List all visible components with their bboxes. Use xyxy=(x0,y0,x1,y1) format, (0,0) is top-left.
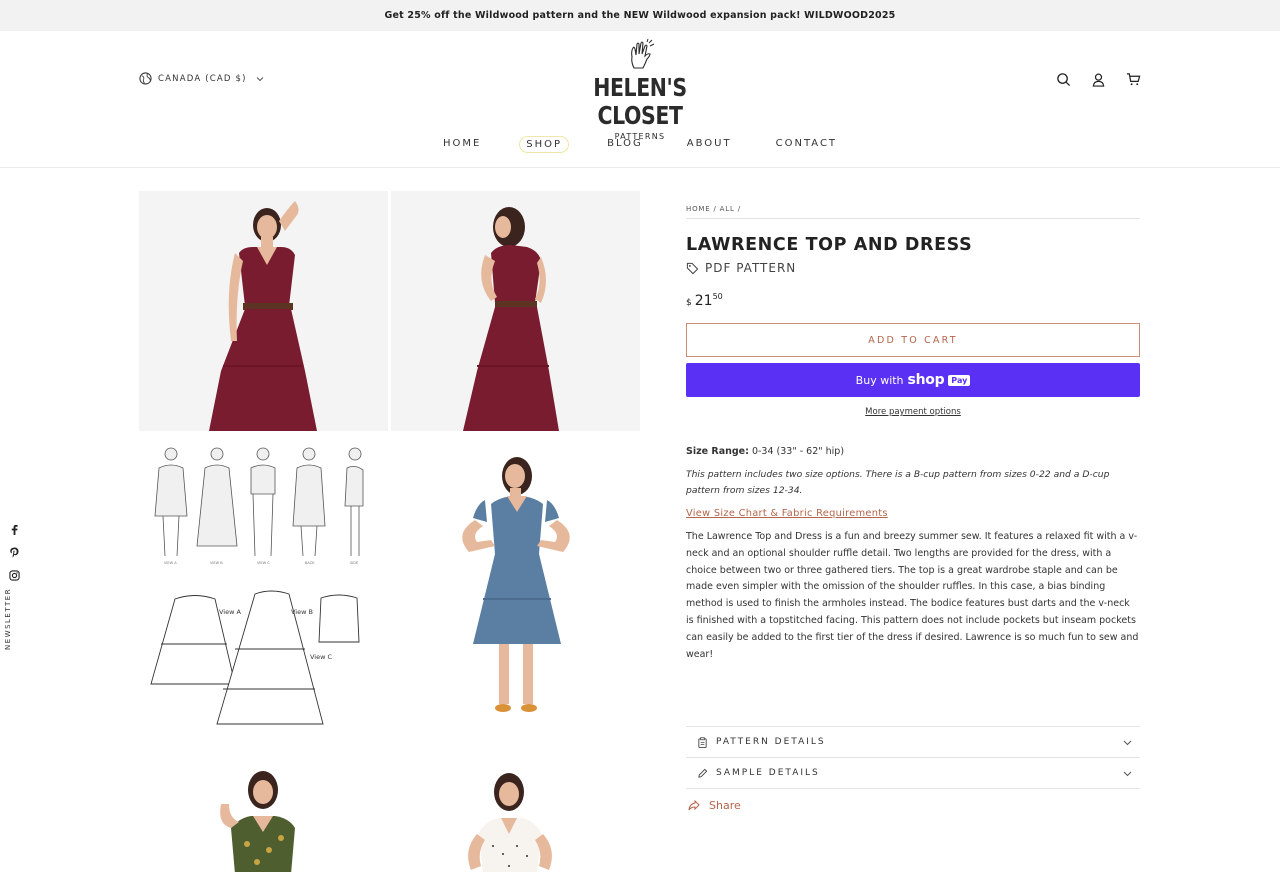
nav-about[interactable]: ABOUT xyxy=(681,136,738,153)
price-cents: 50 xyxy=(712,292,723,301)
accordion-sample-details-label: SAMPLE DETAILS xyxy=(716,768,820,778)
price-currency: $ xyxy=(686,298,692,308)
site-logo[interactable]: HELEN'S CLOSET PATTERNS xyxy=(566,38,714,141)
drawing-label-view-b: View B xyxy=(291,608,313,616)
more-payment-options-link[interactable]: More payment options xyxy=(686,407,1140,417)
hand-logo-icon xyxy=(631,38,655,69)
breadcrumb-separator: / xyxy=(737,205,741,213)
instagram-icon[interactable] xyxy=(8,570,20,581)
breadcrumb-home[interactable]: HOME xyxy=(686,205,710,213)
header-actions xyxy=(1056,72,1141,87)
share-label: Share xyxy=(709,799,741,812)
search-icon[interactable] xyxy=(1056,72,1071,87)
chevron-down-icon xyxy=(256,76,264,81)
currency-selector[interactable]: CANADA (CAD $) xyxy=(139,72,264,85)
pencil-icon xyxy=(698,768,708,778)
share-icon xyxy=(688,799,700,810)
size-note: This pattern includes two size options. … xyxy=(686,469,1110,496)
nav-shop[interactable]: SHOP xyxy=(519,136,570,153)
price-whole: 21 xyxy=(694,293,713,309)
accordion-divider xyxy=(686,788,1140,789)
size-chart-link[interactable]: View Size Chart & Fabric Requirements xyxy=(686,508,888,519)
account-icon[interactable] xyxy=(1091,72,1106,87)
newsletter-tab[interactable]: NEWSLETTER xyxy=(4,587,24,660)
drawing-label-view-c: View C xyxy=(310,653,332,661)
shop-pay-logo: shop xyxy=(907,372,945,388)
size-range: Size Range: 0-34 (33" - 62" hip) xyxy=(686,446,1140,457)
cart-icon[interactable] xyxy=(1126,72,1141,87)
product-type-label: PDF PATTERN xyxy=(705,261,797,275)
breadcrumb-separator: / xyxy=(713,205,717,213)
breadcrumb-all[interactable]: ALL xyxy=(720,205,735,213)
technical-drawings-image[interactable]: VIEW A VIEW B VIEW C BACK SIDE View A Vi… xyxy=(139,434,388,751)
product-description: The Lawrence Top and Dress is a fun and … xyxy=(686,531,1139,660)
product-image-white-top[interactable] xyxy=(391,754,640,872)
accordion-pattern-details[interactable]: PATTERN DETAILS xyxy=(686,726,1140,757)
tiny-label-back: BACK xyxy=(305,561,315,565)
facebook-icon[interactable] xyxy=(9,524,20,535)
product-image-back-burgundy[interactable] xyxy=(391,191,640,431)
pay-badge: Pay xyxy=(948,374,971,386)
product-type: PDF PATTERN xyxy=(686,261,1140,275)
product-title: LAWRENCE TOP AND DRESS xyxy=(686,235,973,255)
social-sidebar xyxy=(8,524,20,581)
nav-contact[interactable]: CONTACT xyxy=(770,136,843,153)
shop-pay-button[interactable]: Buy with shop Pay xyxy=(686,363,1140,397)
newsletter-label: NEWSLETTER xyxy=(4,587,12,650)
share-button[interactable]: Share xyxy=(688,799,741,812)
announcement-bar: Get 25% off the Wildwood pattern and the… xyxy=(0,0,1280,31)
nav-blog[interactable]: BLOG xyxy=(601,136,649,153)
product-info: HOME / ALL / LAWRENCE TOP AND DRESS PDF … xyxy=(686,205,1140,663)
accordion-pattern-details-label: PATTERN DETAILS xyxy=(716,737,826,747)
add-to-cart-button[interactable]: ADD TO CART xyxy=(686,323,1140,357)
clipboard-icon xyxy=(698,736,707,748)
tiny-label-side: SIDE xyxy=(350,561,358,565)
size-range-label: Size Range: xyxy=(686,446,749,457)
product-price: $2150 xyxy=(686,292,1140,309)
accordion-sample-details[interactable]: SAMPLE DETAILS xyxy=(686,757,1140,788)
currency-label: CANADA (CAD $) xyxy=(158,73,247,84)
site-header: CANADA (CAD $) HELEN'S CLOSET PATTERNS H… xyxy=(0,31,1280,168)
tiny-label-view-b: VIEW B xyxy=(210,561,223,565)
product-image-front-burgundy[interactable] xyxy=(139,191,388,431)
nav-home[interactable]: HOME xyxy=(437,136,487,153)
main-nav: HOME SHOP BLOG ABOUT CONTACT xyxy=(0,136,1280,153)
chevron-down-icon xyxy=(1123,771,1132,777)
size-range-value: 0-34 (33" - 62" hip) xyxy=(751,446,845,457)
product-image-green-top[interactable] xyxy=(139,754,388,872)
tag-icon xyxy=(686,262,699,274)
product-image-blue-dress[interactable] xyxy=(391,434,640,751)
breadcrumb: HOME / ALL / xyxy=(686,205,1140,219)
pinterest-icon[interactable] xyxy=(9,547,20,558)
buy-with-label: Buy with xyxy=(855,373,904,387)
tiny-label-view-c: VIEW C xyxy=(257,561,270,565)
globe-icon xyxy=(139,72,152,85)
announcement-text: Get 25% off the Wildwood pattern and the… xyxy=(384,10,896,21)
tiny-label-view-a: VIEW A xyxy=(164,561,177,565)
drawing-label-view-a: View A xyxy=(219,608,241,616)
logo-title: HELEN'S CLOSET xyxy=(593,73,687,130)
chevron-down-icon xyxy=(1123,740,1132,746)
